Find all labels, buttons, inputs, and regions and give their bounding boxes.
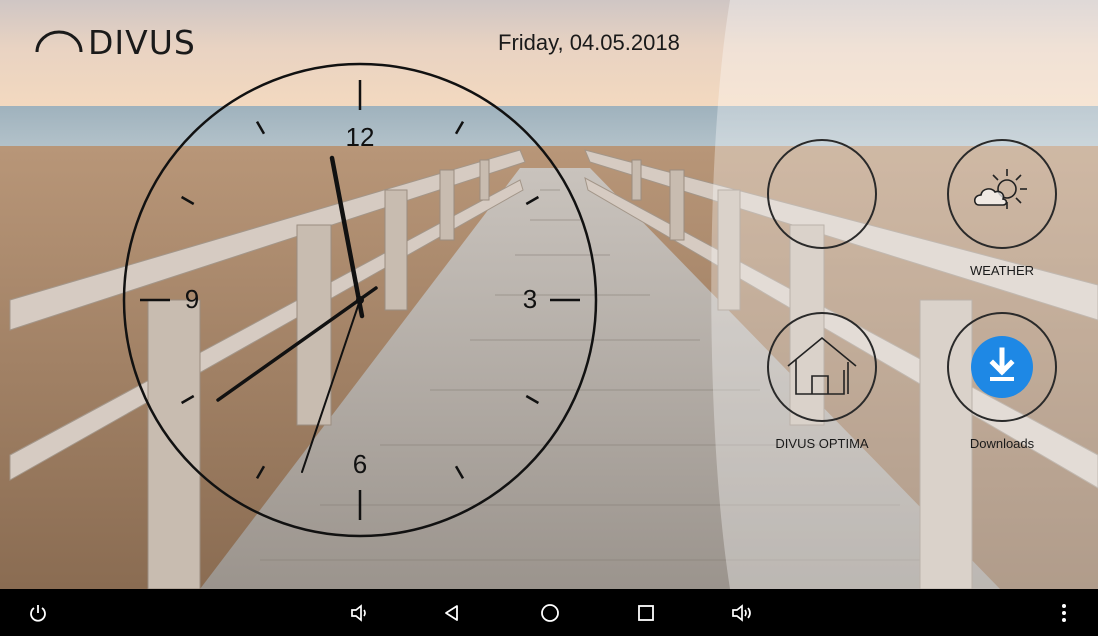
app-label-weather: WEATHER xyxy=(969,263,1035,278)
download-icon xyxy=(971,336,1033,398)
house-icon xyxy=(787,336,857,395)
clock-minute-hand xyxy=(329,155,365,319)
clock-tick xyxy=(525,195,540,206)
app-label-divus-optima: DIVUS OPTIMA xyxy=(775,436,869,451)
clock-tick xyxy=(525,394,540,405)
date-display: Friday, 04.05.2018 xyxy=(498,30,680,55)
android-navigation-bar xyxy=(0,589,1098,636)
weather-sun-cloud-icon xyxy=(973,169,1027,209)
analog-clock-widget[interactable]: 12 3 6 9 xyxy=(122,62,598,538)
volume-down-icon xyxy=(351,603,366,622)
clock-tick xyxy=(454,465,465,480)
clock-tick xyxy=(255,120,266,135)
back-button[interactable] xyxy=(428,589,476,636)
brand-name: DIVUS xyxy=(88,22,196,62)
clock-tick xyxy=(180,394,195,405)
clock-hour-hand xyxy=(216,286,378,402)
divus-logo: DIVUS xyxy=(34,22,196,62)
volume-up-icon xyxy=(732,603,751,622)
clock-numeral-3: 3 xyxy=(523,284,537,314)
empty-app-slot[interactable] xyxy=(767,139,877,249)
overflow-menu-icon xyxy=(1062,603,1066,622)
clock-tick xyxy=(180,195,195,206)
clock-center-dot xyxy=(356,296,364,304)
home-button[interactable] xyxy=(526,589,574,636)
recents-button[interactable] xyxy=(622,589,670,636)
overflow-menu-button[interactable] xyxy=(1040,589,1088,636)
clock-tick xyxy=(255,465,266,480)
divus-optima-app-icon[interactable] xyxy=(767,312,877,422)
app-label-downloads: Downloads xyxy=(969,436,1035,451)
downloads-app-icon[interactable] xyxy=(947,312,1057,422)
power-button[interactable] xyxy=(14,589,62,636)
weather-app-icon[interactable] xyxy=(947,139,1057,249)
divus-arc-icon xyxy=(35,30,83,53)
clock-second-hand xyxy=(301,299,361,473)
volume-up-button[interactable] xyxy=(718,589,766,636)
recents-icon xyxy=(638,604,654,621)
back-icon xyxy=(445,604,458,621)
power-icon xyxy=(30,604,46,622)
clock-numeral-6: 6 xyxy=(353,449,367,479)
clock-numeral-12: 12 xyxy=(346,122,375,152)
clock-numeral-9: 9 xyxy=(185,284,199,314)
home-icon xyxy=(541,603,559,622)
clock-tick xyxy=(454,120,465,135)
volume-down-button[interactable] xyxy=(336,589,384,636)
home-screen: DIVUS Friday, 04.05.2018 12 3 6 9 WEATHE… xyxy=(0,0,1098,636)
